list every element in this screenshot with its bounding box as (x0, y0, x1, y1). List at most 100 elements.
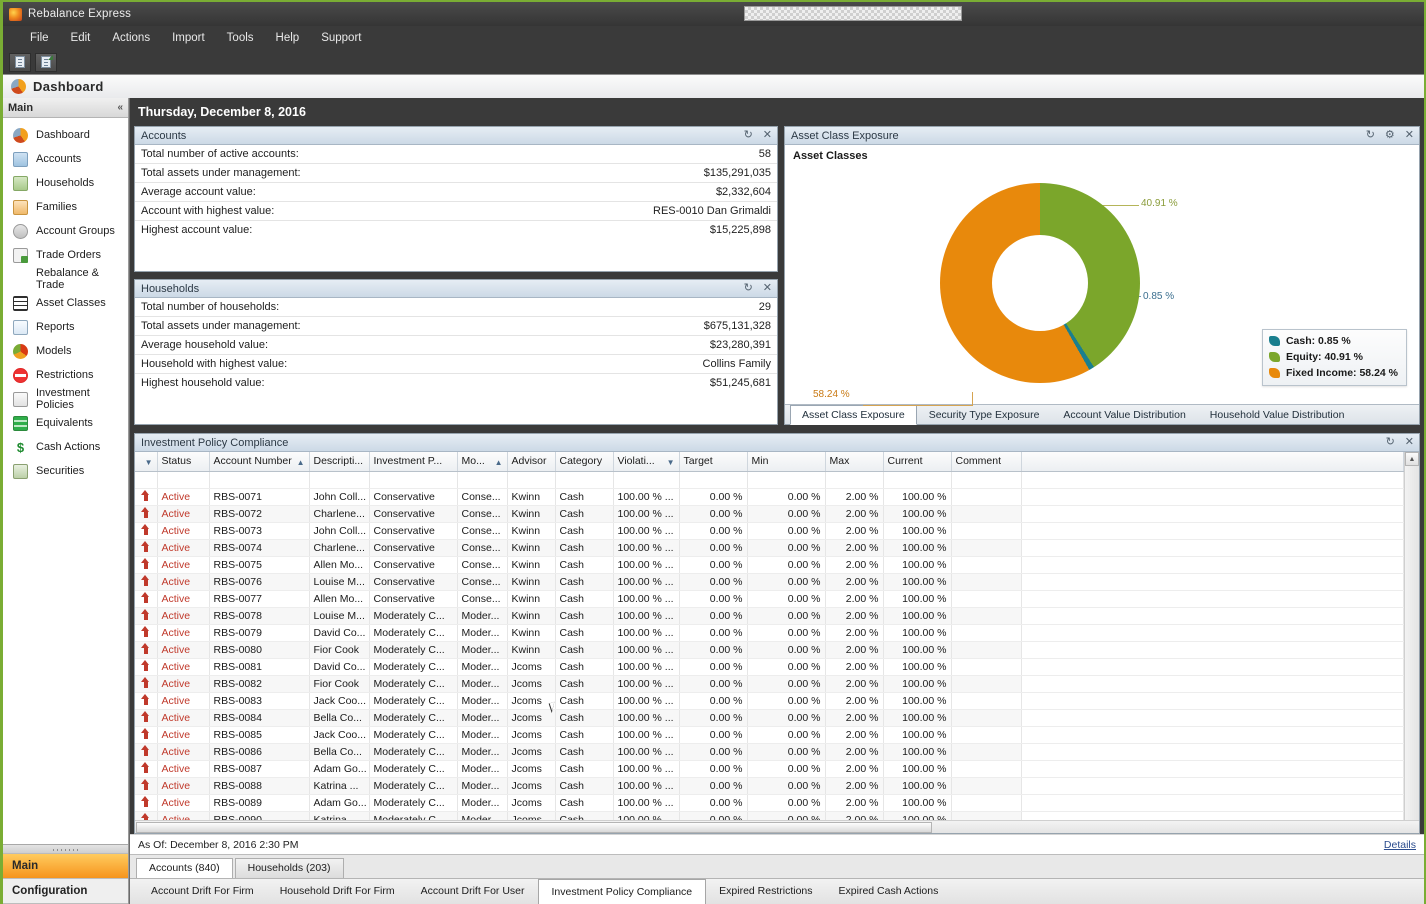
column-header-comment[interactable]: Comment (951, 452, 1022, 472)
column-header-current[interactable]: Current (883, 452, 952, 472)
column-header-status[interactable]: Status (157, 452, 210, 472)
column-header-investmentp[interactable]: Investment P... (369, 452, 458, 472)
sidebar-item-restrictions[interactable]: Restrictions (3, 363, 128, 387)
column-header-mo[interactable]: Mo... ▲ (457, 452, 508, 472)
bottom-tab-account-drift-for-user[interactable]: Account Drift For User (408, 880, 538, 903)
filter-cell[interactable] (883, 471, 952, 489)
close-icon[interactable]: ✕ (1405, 437, 1414, 448)
table-row[interactable]: Active RBS-0079 David Co... Moderately C...… (135, 624, 1404, 642)
table-row[interactable]: Active RBS-0074 Charlene... Conservative Con… (135, 539, 1404, 557)
table-row[interactable]: Active RBS-0075 Allen Mo... Conservative Con… (135, 556, 1404, 574)
bottom-tab-expired-restrictions[interactable]: Expired Restrictions (706, 880, 825, 903)
table-row[interactable]: Active RBS-0083 Jack Coo... Moderately C...… (135, 692, 1404, 710)
sidebar-item-models[interactable]: Models (3, 339, 128, 363)
table-row[interactable]: Active RBS-0089 Adam Go... Moderately C... M… (135, 794, 1404, 812)
sidebar-item-reports[interactable]: Reports (3, 315, 128, 339)
sort-asc-icon[interactable]: ▲ (495, 458, 503, 467)
filter-cell[interactable] (507, 471, 556, 489)
sidebar-item-tradeorders[interactable]: Trade Orders (3, 243, 128, 267)
close-icon[interactable]: ✕ (763, 130, 772, 141)
close-icon[interactable]: ✕ (1405, 130, 1414, 141)
table-row[interactable]: Active RBS-0078 Louise M... Moderately C...… (135, 607, 1404, 625)
refresh-icon[interactable]: ↻ (1386, 437, 1395, 448)
refresh-icon[interactable]: ↻ (1366, 130, 1375, 141)
chart-tab-household-value-distribution[interactable]: Household Value Distribution (1198, 405, 1357, 424)
sidebar-group-main[interactable]: Main (3, 854, 128, 879)
sidebar-item-dashboard[interactable]: Dashboard (3, 123, 128, 147)
refresh-icon[interactable]: ↻ (744, 283, 753, 294)
sidebar-item-equivalents[interactable]: Equivalents (3, 411, 128, 435)
table-row[interactable]: Active RBS-0090 Katrina ... Moderately C...… (135, 811, 1404, 820)
sidebar-item-households[interactable]: Households (3, 171, 128, 195)
filter-cell[interactable] (613, 471, 680, 489)
filter-cell[interactable] (1021, 471, 1404, 489)
vertical-scrollbar[interactable]: ▲ (1404, 452, 1419, 820)
entity-tab-households[interactable]: Households (203) (234, 858, 344, 878)
menu-item-edit[interactable]: Edit (60, 29, 102, 47)
filter-cell[interactable] (555, 471, 614, 489)
scrollbar-thumb[interactable] (136, 821, 933, 833)
column-header-max[interactable]: Max (825, 452, 884, 472)
column-header-accountnumber[interactable]: Account Number ▲ (209, 452, 310, 472)
new-document-button[interactable] (9, 52, 31, 72)
table-row[interactable]: Active RBS-0088 Katrina ... Moderately C...… (135, 777, 1404, 795)
filter-cell[interactable] (135, 471, 158, 489)
menu-item-tools[interactable]: Tools (216, 29, 265, 47)
table-row[interactable]: Active RBS-0080 Fior Cook Moderately C... Mo… (135, 641, 1404, 659)
table-row[interactable]: Active RBS-0072 Charlene... Conservative Con… (135, 505, 1404, 523)
table-row[interactable]: Active RBS-0082 Fior Cook Moderately C... Mo… (135, 675, 1404, 693)
sidebar-item-accounts[interactable]: Accounts (3, 147, 128, 171)
filter-cell[interactable] (747, 471, 826, 489)
column-header-category[interactable]: Category (555, 452, 614, 472)
sidebar-item-rebalancetrade[interactable]: Rebalance & Trade (3, 267, 128, 291)
table-row[interactable]: Active RBS-0086 Bella Co... Moderately C...… (135, 743, 1404, 761)
menu-item-support[interactable]: Support (310, 29, 372, 47)
entity-tab-accounts[interactable]: Accounts (840) (136, 858, 233, 879)
bottom-tab-account-drift-for-firm[interactable]: Account Drift For Firm (138, 880, 267, 903)
sidebar-group-configuration[interactable]: Configuration (3, 879, 128, 904)
table-row[interactable]: Active RBS-0076 Louise M... Conservative Con… (135, 573, 1404, 591)
chart-tab-security-type-exposure[interactable]: Security Type Exposure (917, 405, 1052, 424)
sort-desc-icon[interactable]: ▼ (667, 458, 675, 467)
menu-item-file[interactable]: File (19, 29, 60, 47)
column-header-violati[interactable]: Violati... ▼ (613, 452, 680, 472)
horizontal-scrollbar[interactable] (135, 820, 1419, 833)
column-header-target[interactable]: Target (679, 452, 748, 472)
menu-item-actions[interactable]: Actions (101, 29, 161, 47)
sort-desc-icon[interactable]: ▼ (145, 458, 153, 467)
chart-tab-asset-class-exposure[interactable]: Asset Class Exposure (790, 405, 917, 425)
sidebar-resize-grip[interactable] (3, 845, 128, 854)
sidebar-item-investmentpolicies[interactable]: Investment Policies (3, 387, 128, 411)
filter-cell[interactable] (825, 471, 884, 489)
sidebar-item-accountgroups[interactable]: Account Groups (3, 219, 128, 243)
table-row[interactable]: Active RBS-0073 John Coll... Conservative Co… (135, 522, 1404, 540)
filter-cell[interactable] (679, 471, 748, 489)
edit-document-button[interactable] (35, 52, 57, 72)
sidebar-item-cashactions[interactable]: $ Cash Actions (3, 435, 128, 459)
column-header-advisor[interactable]: Advisor (507, 452, 556, 472)
column-header-blank[interactable]: ▼ (135, 452, 158, 472)
table-row[interactable]: Active RBS-0087 Adam Go... Moderately C... M… (135, 760, 1404, 778)
refresh-icon[interactable]: ↻ (744, 130, 753, 141)
filter-cell[interactable] (309, 471, 370, 489)
bottom-tab-investment-policy-compliance[interactable]: Investment Policy Compliance (537, 878, 707, 904)
sidebar-item-families[interactable]: Families (3, 195, 128, 219)
details-link[interactable]: Details (1384, 839, 1416, 851)
table-row[interactable]: Active RBS-0084 Bella Co... Moderately C...… (135, 709, 1404, 727)
scroll-up-button[interactable]: ▲ (1405, 452, 1419, 466)
filter-cell[interactable] (951, 471, 1022, 489)
filter-cell[interactable] (457, 471, 508, 489)
filter-cell[interactable] (157, 471, 210, 489)
table-row[interactable]: Active RBS-0085 Jack Coo... Moderately C...… (135, 726, 1404, 744)
collapse-sidebar-icon[interactable]: « (117, 102, 123, 113)
chart-tab-account-value-distribution[interactable]: Account Value Distribution (1051, 405, 1197, 424)
sort-asc-icon[interactable]: ▲ (297, 458, 305, 467)
filter-cell[interactable] (209, 471, 310, 489)
close-icon[interactable]: ✕ (763, 283, 772, 294)
filter-row[interactable] (135, 471, 1404, 489)
table-row[interactable]: Active RBS-0071 John Coll... Conservative Co… (135, 488, 1404, 506)
table-row[interactable]: Active RBS-0077 Allen Mo... Conservative Con… (135, 590, 1404, 608)
table-row[interactable]: Active RBS-0081 David Co... Moderately C...… (135, 658, 1404, 676)
column-header-descripti[interactable]: Descripti... (309, 452, 370, 472)
menu-item-help[interactable]: Help (265, 29, 311, 47)
